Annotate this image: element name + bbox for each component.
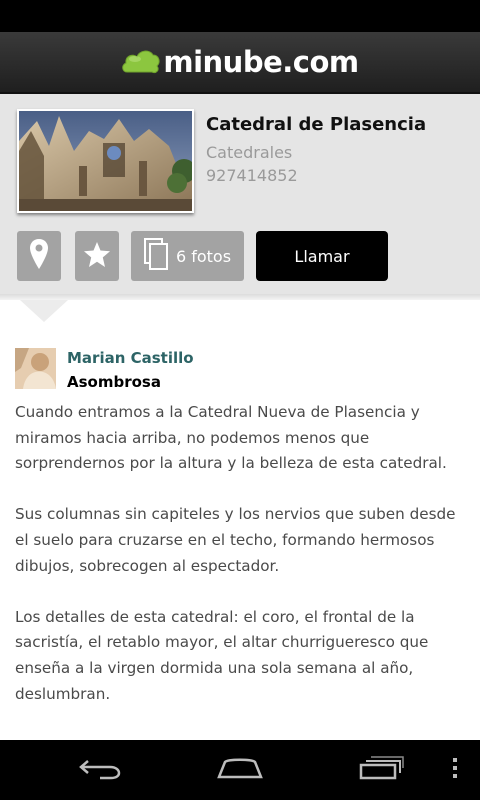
review-paragraph: Los detalles de esta catedral: el coro, … <box>15 607 429 703</box>
avatar[interactable] <box>15 348 56 389</box>
status-bar <box>0 0 480 32</box>
map-pin-icon <box>30 239 48 273</box>
minube-logo[interactable]: minube.com <box>121 45 359 79</box>
back-icon <box>78 756 122 784</box>
call-button-label: Llamar <box>294 246 350 266</box>
call-button[interactable]: Llamar <box>256 231 388 281</box>
review-author[interactable]: Marian Castillo <box>67 349 194 367</box>
back-button[interactable] <box>76 752 124 788</box>
card-pointer <box>20 300 68 322</box>
minube-cloud-icon <box>121 46 161 78</box>
photos-stack-icon <box>143 238 176 274</box>
home-icon <box>216 756 264 784</box>
review-title: Asombrosa <box>67 373 161 391</box>
star-icon <box>84 241 110 271</box>
recent-apps-icon <box>358 756 404 784</box>
photos-count-label: 6 fotos <box>175 246 232 266</box>
recent-apps-button[interactable] <box>356 752 406 788</box>
map-button[interactable] <box>17 231 61 281</box>
home-button[interactable] <box>214 752 266 788</box>
overflow-menu-button[interactable] <box>444 752 466 788</box>
app-header: minube.com <box>0 32 480 94</box>
place-phone[interactable]: 927414852 <box>206 166 298 185</box>
favorite-button[interactable] <box>75 231 119 281</box>
system-nav-bar <box>0 740 480 800</box>
review-paragraph: Sus columnas sin capiteles y los nervios… <box>15 505 456 575</box>
review-body: Cuando entramos a la Catedral Nueva de P… <box>15 400 467 733</box>
logo-text: minube.com <box>163 45 359 79</box>
overflow-menu-icon <box>452 757 458 783</box>
place-title: Catedral de Plasencia <box>206 114 427 135</box>
photos-button[interactable]: 6 fotos <box>131 231 244 281</box>
cathedral-photo[interactable] <box>17 109 194 213</box>
place-card: Catedral de Plasencia Catedrales 9274148… <box>0 94 480 300</box>
review-paragraph: Cuando entramos a la Catedral Nueva de P… <box>15 403 447 473</box>
place-category: Catedrales <box>206 143 293 162</box>
